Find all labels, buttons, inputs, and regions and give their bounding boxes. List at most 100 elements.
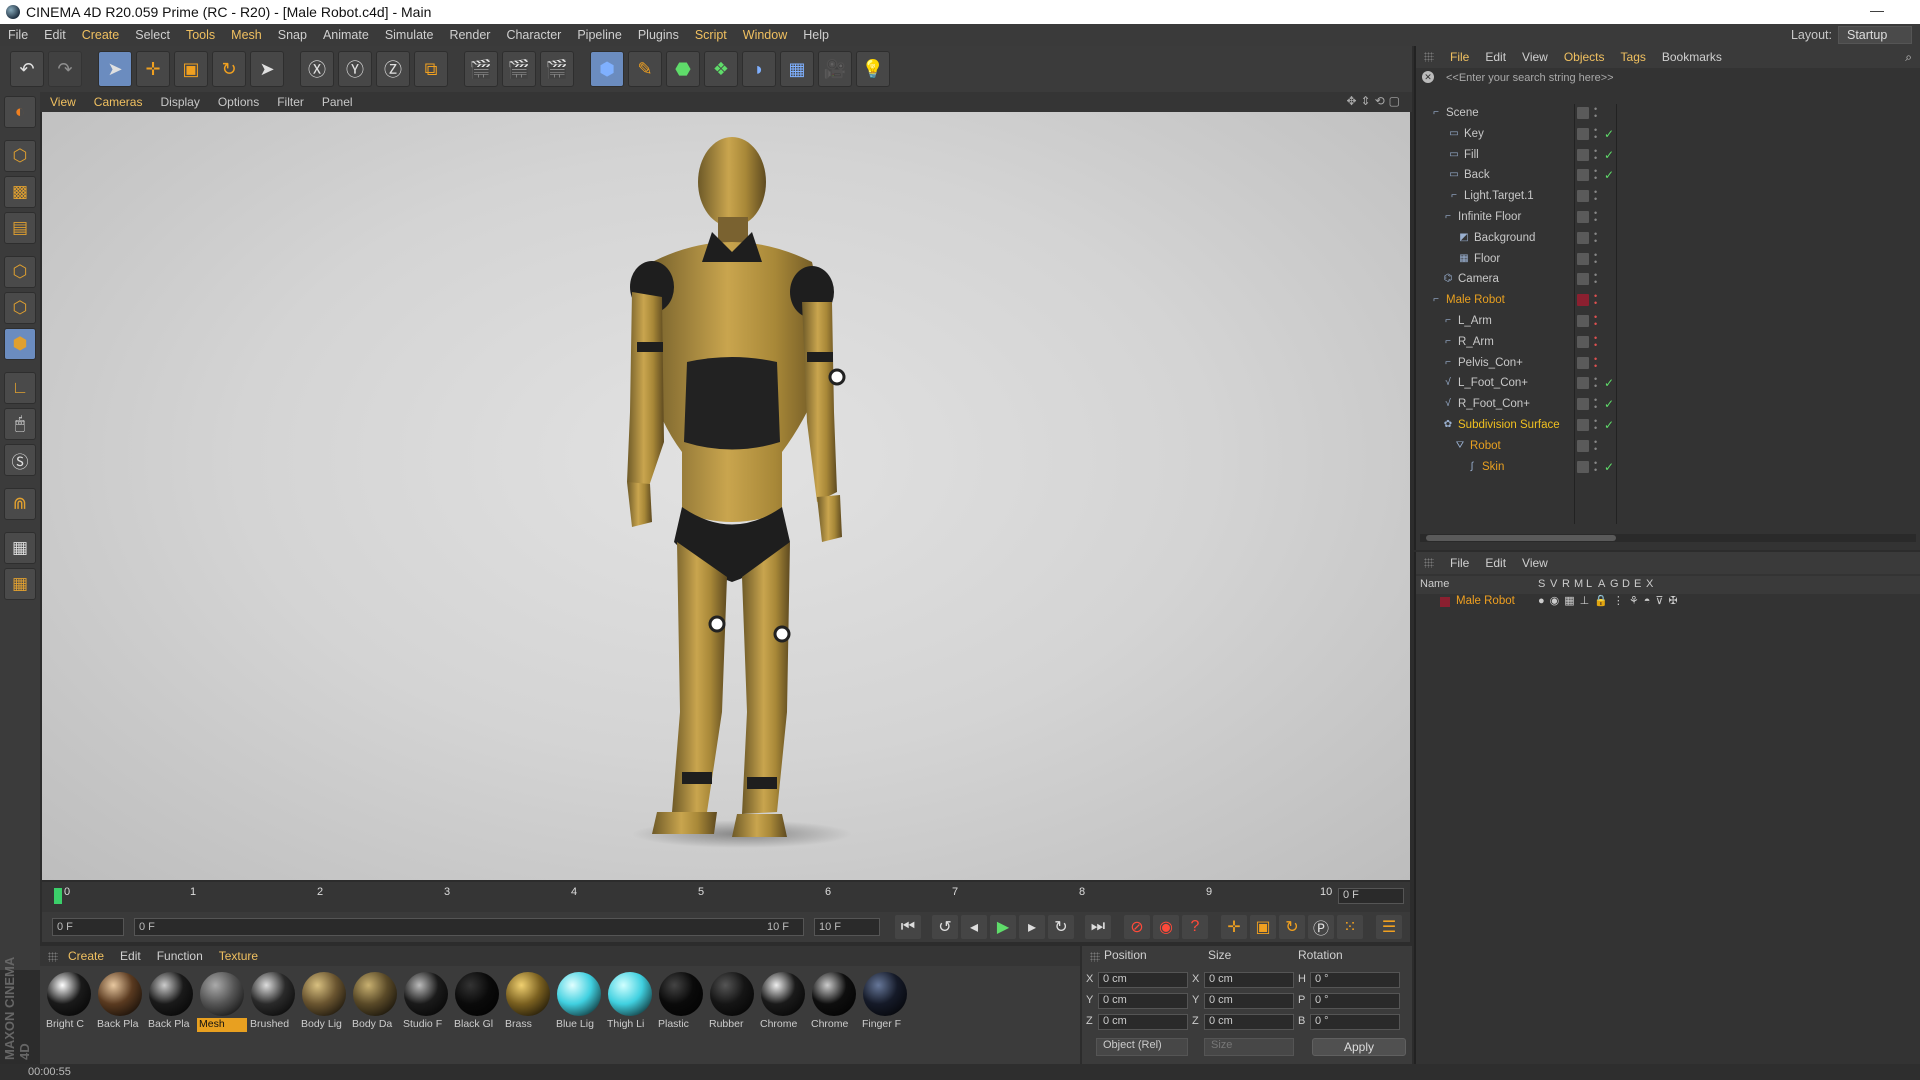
material-menu-edit[interactable]: Edit [120,949,141,963]
object-row[interactable]: ◩ Background • • [1416,229,1920,250]
object-row[interactable]: ∫ Skin • • ✓ [1416,458,1920,479]
menu-create[interactable]: Create [82,28,120,42]
scale-tool-button[interactable]: ▣ [174,51,208,87]
material-swatch[interactable]: Chrome [809,972,859,1070]
object-name[interactable]: Male Robot [1446,294,1505,306]
visibility-dots-icon[interactable]: • • [1594,209,1602,225]
recent-tool-button[interactable]: ➤ [250,51,284,87]
material-swatch[interactable]: Mesh [197,972,247,1070]
material-swatch[interactable]: Back Pla [146,972,196,1070]
object-name[interactable]: Fill [1464,149,1479,161]
size-y-field[interactable]: 0 cm [1204,993,1294,1009]
polygons-mode-button[interactable]: ⬢ [4,328,36,360]
render-view-button[interactable]: 🎬 [464,51,498,87]
layer-control-icon[interactable] [1577,211,1589,223]
scrollbar-thumb[interactable] [1426,535,1616,541]
enabled-check-icon[interactable]: ✓ [1604,127,1614,141]
visibility-dots-icon[interactable]: • • [1594,333,1602,349]
layer-toggle-icons[interactable]: ●◉▦⊥🔒⋮⚘◓⊽✠ [1538,594,1683,607]
enable-axis-button[interactable]: ∟ [4,372,36,404]
layout-dropdown[interactable]: Startup [1838,26,1912,44]
layer-control-icon[interactable] [1577,460,1589,473]
object-name[interactable]: Floor [1474,253,1500,265]
panel-grip-icon[interactable] [1090,952,1100,962]
visibility-dots-icon[interactable]: • • [1594,271,1602,287]
material-swatch[interactable]: Chrome [758,972,808,1070]
pen-spline-button[interactable]: ✎ [628,51,662,87]
play-button[interactable]: ▶ [990,915,1016,939]
snapping-button[interactable]: ⋒ [4,488,36,520]
record-position-button[interactable]: ✛ [1221,915,1247,939]
menu-script[interactable]: Script [695,28,727,42]
enabled-check-icon[interactable]: ✓ [1604,168,1614,182]
layer-control-icon[interactable] [1577,148,1589,161]
keyframe-selection-button[interactable]: ? [1182,915,1208,939]
om-menu-edit[interactable]: Edit [1485,50,1506,64]
viewport-menu-view[interactable]: View [50,95,76,109]
object-name[interactable]: Pelvis_Con+ [1458,357,1523,369]
menu-window[interactable]: Window [743,28,787,42]
object-row[interactable]: ⛛ Robot • • [1416,437,1920,458]
material-menu-texture[interactable]: Texture [219,949,258,963]
workplane-mode-button[interactable]: ▤ [4,212,36,244]
object-name[interactable]: Infinite Floor [1458,211,1521,223]
menu-character[interactable]: Character [506,28,561,42]
visibility-dots-icon[interactable]: • • [1594,354,1602,370]
size-z-field[interactable]: 0 cm [1204,1014,1294,1030]
next-frame-button[interactable]: ▸ [1019,915,1045,939]
object-name[interactable]: Subdivision Surface [1458,419,1560,431]
visibility-dots-icon[interactable]: • • [1594,458,1602,474]
render-settings-button[interactable]: 🎬 [540,51,574,87]
material-swatch[interactable]: Body Lig [299,972,349,1070]
menu-render[interactable]: Render [449,28,490,42]
lm-menu-view[interactable]: View [1522,556,1548,570]
y-axis-button[interactable]: Ⓨ [338,51,372,87]
x-axis-button[interactable]: Ⓧ [300,51,334,87]
viewport-menu-cameras[interactable]: Cameras [94,95,143,109]
object-row[interactable]: ▭ Back • • ✓ [1416,166,1920,187]
go-to-end-button[interactable]: ⏭ [1085,915,1111,939]
3d-viewport[interactable] [42,112,1410,880]
object-row[interactable]: ⌐ L_Arm • • [1416,312,1920,333]
object-row[interactable]: ▭ Key • • ✓ [1416,125,1920,146]
visibility-dots-icon[interactable]: • • [1594,146,1602,162]
menu-simulate[interactable]: Simulate [385,28,434,42]
deformer-button[interactable]: ◗ [742,51,776,87]
object-row[interactable]: ⌐ R_Arm • • [1416,333,1920,354]
workplane-grid-button[interactable]: ▦ [4,532,36,564]
layer-control-icon[interactable] [1577,439,1589,452]
viewport-menu-options[interactable]: Options [218,95,259,109]
object-row[interactable]: ▭ Fill • • ✓ [1416,146,1920,167]
floor-button[interactable]: ▦ [780,51,814,87]
enabled-check-icon[interactable]: ✓ [1604,376,1614,390]
om-menu-file[interactable]: File [1450,50,1469,64]
position-z-field[interactable]: 0 cm [1098,1014,1188,1030]
object-row[interactable]: ⌬ Camera • • [1416,270,1920,291]
layer-control-icon[interactable] [1577,315,1589,327]
menu-file[interactable]: File [8,28,28,42]
object-row[interactable]: ⌐ Pelvis_Con+ • • [1416,354,1920,375]
layer-control-icon[interactable] [1577,169,1589,182]
cube-primitive-button[interactable]: ⬢ [590,51,624,87]
make-editable-button[interactable]: ◐ [4,96,36,128]
layer-control-icon[interactable] [1577,252,1589,265]
object-row[interactable]: √ R_Foot_Con+ • • ✓ [1416,395,1920,416]
layer-control-icon[interactable] [1577,419,1589,431]
material-swatch[interactable]: Plastic [656,972,706,1070]
object-name[interactable]: Skin [1482,461,1504,473]
rotate-tool-button[interactable]: ↻ [212,51,246,87]
object-name[interactable]: Robot [1470,440,1501,452]
horizontal-scrollbar[interactable] [1420,534,1916,542]
material-menu-function[interactable]: Function [157,949,203,963]
enabled-check-icon[interactable]: ✓ [1604,148,1614,162]
layer-control-icon[interactable] [1577,127,1589,140]
visibility-dots-icon[interactable]: • • [1594,396,1602,412]
material-swatch[interactable]: Bright C [44,972,94,1070]
coordinate-mode-dropdown[interactable]: Object (Rel) [1096,1038,1188,1056]
rotation-b-field[interactable]: 0 ° [1310,1014,1400,1030]
solo-button[interactable]: Ⓢ [4,444,36,476]
panel-grip-icon[interactable] [1424,52,1434,62]
layer-control-icon[interactable] [1577,335,1589,348]
timeline-track[interactable]: 0 1 2 3 4 5 6 7 8 9 10 [54,886,1332,908]
panel-grip-icon[interactable] [48,952,58,962]
